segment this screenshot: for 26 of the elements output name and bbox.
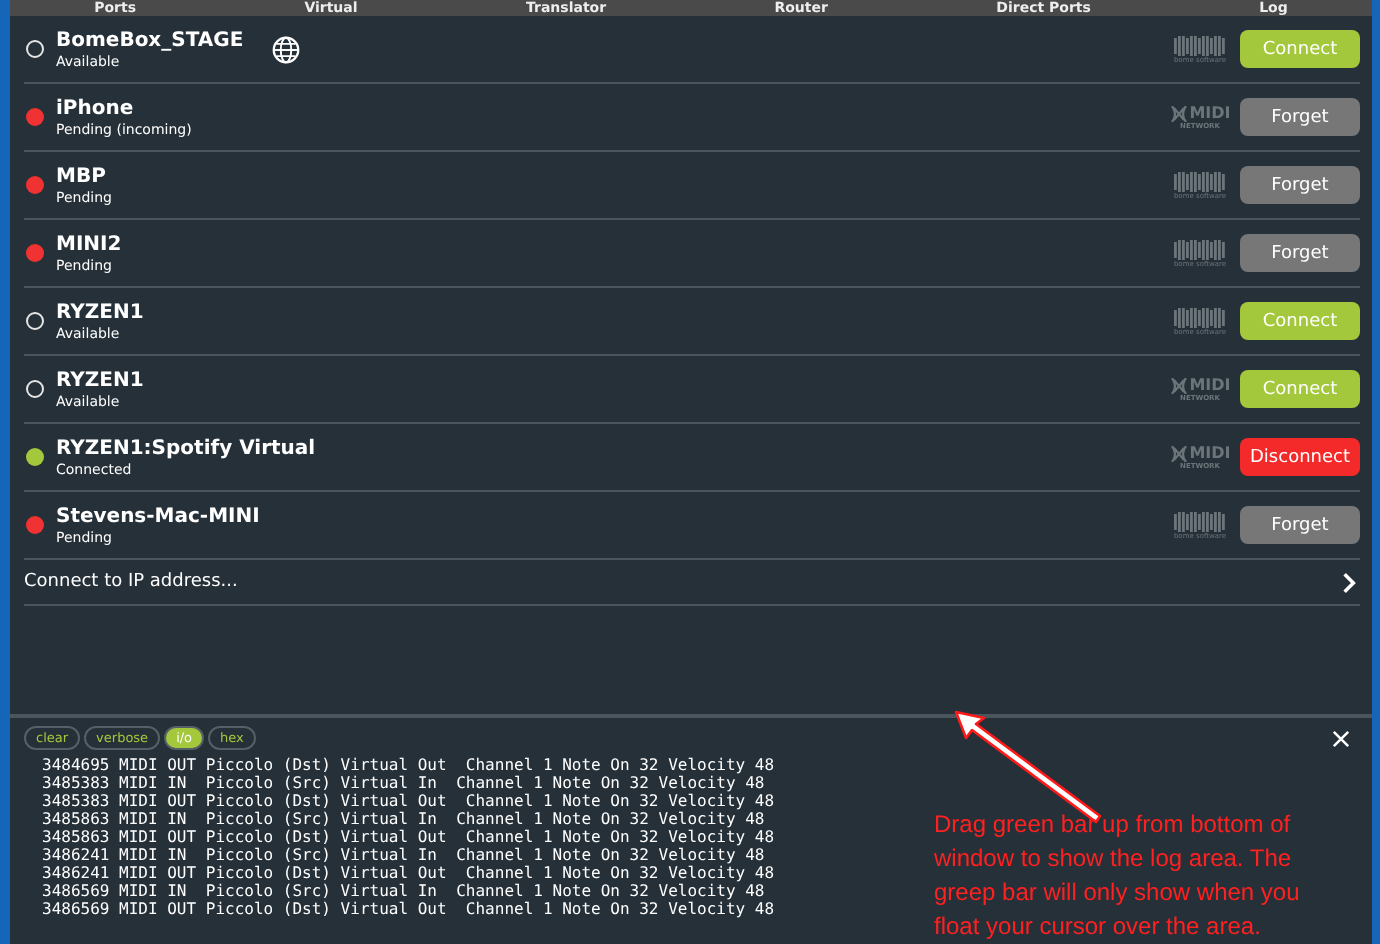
log-line: 3486569 MIDI IN Piccolo (Src) Virtual In Channel 1 Note On 32 Velocity 48 <box>42 882 765 900</box>
device-name: iPhone <box>56 97 136 121</box>
device-action-button[interactable]: Forget <box>1240 166 1360 204</box>
log-line: 3485383 MIDI IN Piccolo (Src) Virtual In Channel 1 Note On 32 Velocity 48 <box>42 774 765 792</box>
close-icon[interactable] <box>1332 729 1350 747</box>
chevron-right-icon[interactable] <box>1342 571 1356 593</box>
log-line: 3486569 MIDI OUT Piccolo (Dst) Virtual Out Channel 1 Note On 32 Velocity 48 <box>42 900 775 918</box>
device-name: BomeBox_STAGE <box>56 29 244 53</box>
log-line: 3485863 MIDI OUT Piccolo (Dst) Virtual Out Channel 1 Note On 32 Velocity 48 <box>42 828 775 846</box>
log-line: 3485383 MIDI OUT Piccolo (Dst) Virtual Out Channel 1 Note On 32 Velocity 48 <box>42 792 775 810</box>
device-action-button[interactable]: Forget <box>1240 98 1360 136</box>
device-name: Stevens-Mac-MINI <box>56 505 260 529</box>
log-line: 3485863 MIDI IN Piccolo (Src) Virtual In Channel 1 Note On 32 Velocity 48 <box>42 810 765 828</box>
connect-ip-link[interactable]: Connect to IP address... <box>24 572 238 592</box>
annotation-text: Drag green bar up from bottom of window to show the log area. The greep bar will only show when you float your cursor over the area. <box>934 808 1302 944</box>
device-name: MINI2 <box>56 233 122 257</box>
device-action-button[interactable]: Disconnect <box>1240 438 1360 476</box>
log-line: 3486241 MIDI IN Piccolo (Src) Virtual In Channel 1 Note On 32 Velocity 48 <box>42 846 765 864</box>
device-action-button[interactable]: Forget <box>1240 234 1360 272</box>
device-action-button[interactable]: Forget <box>1240 506 1360 544</box>
log-line: 3486241 MIDI OUT Piccolo (Dst) Virtual Out Channel 1 Note On 32 Velocity 48 <box>42 864 775 882</box>
device-name: RYZEN1 <box>56 301 144 325</box>
device-name: RYZEN1:Spotify Virtual <box>56 437 316 461</box>
log-line: 3484695 MIDI OUT Piccolo (Dst) Virtual Out Channel 1 Note On 32 Velocity 48 <box>42 756 775 774</box>
device-name: MBP <box>56 165 108 189</box>
device-name: RYZEN1 <box>56 369 144 393</box>
